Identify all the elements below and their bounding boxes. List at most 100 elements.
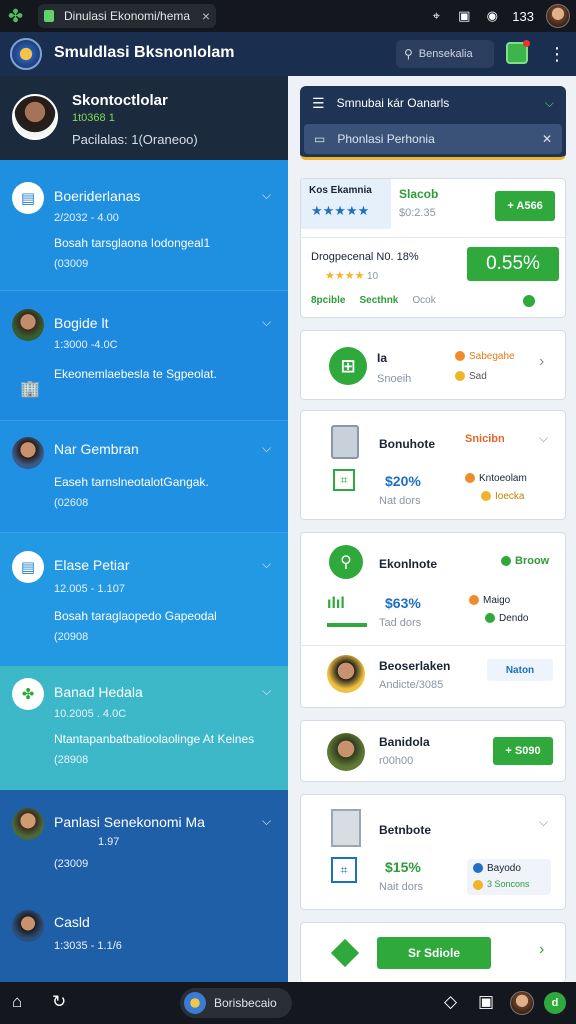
user-avatar[interactable] [510,991,534,1015]
chevron-down-icon[interactable]: ⌵ [262,684,271,699]
product-card[interactable]: Banidola r00h00 + S090 [300,720,566,782]
row-count: 10 [367,271,379,282]
item-description: Bosah tarsglaona Iodongeal1 [54,236,211,250]
feature-row: 8pcible Secthnk Ocok [311,295,436,306]
item-title: Banad Hedala [54,684,143,700]
grid-icon: ⊞ [329,347,367,385]
chevron-down-icon[interactable]: ⌵ [262,315,271,330]
note-subtitle: Andicte/3085 [379,679,444,691]
add-button[interactable]: + S090 [493,737,553,765]
profile-header[interactable]: Skontoctlolar 1t0368 1 Pacilalas: 1(Oran… [0,76,288,160]
card-title: Betnbote [379,823,431,837]
more-menu-icon[interactable]: ⋮ [548,44,566,65]
item-title: Boeriderlanas [54,188,141,204]
card-subtitle: Nat dors [379,495,421,507]
list-item[interactable]: Bogide lt 1:3000 -4.0C 🏢 Ekeonemlaebesla… [0,290,288,420]
card-tag: Snicibn [465,433,505,445]
close-icon[interactable]: ✕ [542,132,552,146]
chevron-right-icon[interactable]: › [539,941,544,959]
feature-3: Ocok [412,295,436,306]
product-card[interactable]: ⌗ Bonuhote Snicibn ⌵ $20% Nat dors Kntoe… [300,410,566,520]
person-avatar [12,309,44,341]
card-title: Ekonlnote [379,557,438,571]
card-title: Ia [377,351,388,365]
person-avatar [327,655,365,693]
card-subtitle: r00h00 [379,755,414,767]
product-card[interactable]: Sr Sdiole › [300,922,566,982]
product-card[interactable]: ⌗ Betnbote ⌵ $15% Nait dors Bayodo 3 Son… [300,794,566,910]
item-description: Bosah taraglaopedo Gapeodal [54,609,217,623]
list-item[interactable]: ▤ Elase Petiar 12.005 - 1.107 Bosah tara… [0,532,288,666]
refresh-icon[interactable]: ↻ [52,992,66,1012]
clover-icon: ✤ [8,6,24,26]
tabs-icon[interactable]: ▣ [478,992,494,1012]
tag-2: Ioecka [481,491,524,502]
item-subtitle: 1.97 [98,836,120,848]
app-title: Smuldlasi Bksnonlolam [54,44,235,61]
card-price: $15% [385,859,421,875]
person-avatar [12,437,44,469]
chevron-down-icon[interactable]: ⌵ [545,96,554,111]
chevron-down-icon[interactable]: ⌵ [262,188,271,203]
tab-favicon-icon [44,10,54,22]
add-button[interactable]: + A566 [495,191,555,221]
product-card[interactable]: ⊞ Ia Snoeih Sabegahe Sad › [300,330,566,400]
hamburger-icon[interactable]: ☰ [312,95,325,112]
product-card[interactable]: Kos Ekamnia ★★★★★ Slacob $0:2.35 + A566 … [300,178,566,318]
list-item[interactable]: Nar Gembran Easeh tarnslneotalotGangak. … [0,420,288,532]
account-pill[interactable]: Borisbecaio [180,988,292,1018]
row-stars: ★★★★ [325,270,365,282]
record-icon[interactable]: ◉ [484,8,500,24]
list-item[interactable]: Panlasi Senekonomi Ma 1.97 (23009 ⌵ Casl… [0,790,288,982]
chart-icon: ılıl [327,595,367,627]
list-item[interactable]: ✤ Banad Hedala 10.2005 . 4.0C Ntantapanb… [0,666,288,790]
search-input[interactable]: ⚲ Bensekalia [396,40,494,68]
browser-tab[interactable]: Dinulasi Ekonomi/hema × [38,4,216,28]
item-subtitle: 1:3035 - 1.1/6 [54,940,122,952]
divider [301,645,565,646]
tab-close-icon[interactable]: × [202,8,210,24]
card-subtitle: Tad dors [379,617,422,629]
tag-2: Sad [455,371,487,382]
chevron-down-icon[interactable]: ⌵ [262,441,271,456]
nav-row-label: Smnubai kár Oanarls [336,96,450,110]
item-subtitle: 12.005 - 1.107 [54,583,125,595]
chevron-down-icon[interactable]: ⌵ [262,814,271,829]
tag-1: Kntoeolam [465,473,527,484]
tabs-icon[interactable]: ▣ [456,8,472,24]
badge-label: Kos Ekamnia [309,185,372,196]
chevron-down-icon[interactable]: ⌵ [262,557,271,572]
nav-submenu-row[interactable]: ▭ Phonlasi Perhonia ✕ [304,124,562,154]
chevron-down-icon[interactable]: ⌵ [539,815,548,830]
document-icon: ▤ [12,182,44,214]
item-title: Nar Gembran [54,441,139,457]
list-item[interactable]: ▤ Boeriderlanas 2/2032 - 4.00 Bosah tars… [0,160,288,290]
share-icon[interactable]: ◇ [444,992,457,1012]
star-rating: ★★★★★ [311,203,370,218]
browser-status-bar: ✤ Dinulasi Ekonomi/hema × ⌖ ▣ ◉ 133 [0,0,576,32]
item-description: Ntantapanbatbatioolaolinge At Keines [54,732,255,746]
app-header: Smuldlasi Bksnonlolam ⚲ Bensekalia ⋮ [0,32,576,76]
item-subtitle: 10.2005 . 4.0C [54,708,127,720]
tag-2: 3 Soncons [473,879,530,890]
user-avatar[interactable] [546,4,570,28]
feature-2: Secthnk [359,295,399,306]
nav-menu-row[interactable]: ☰ Smnubai kár Oanarls ⌵ [300,86,566,120]
action-button[interactable]: Sr Sdiole [377,937,491,969]
cart-button[interactable] [506,40,530,64]
nav-row-label: Phonlasi Perhonia [337,132,435,146]
account-avatar [184,992,206,1014]
chevron-right-icon[interactable]: › [539,353,544,371]
profile-badge-icon[interactable]: d [544,992,566,1014]
rating-badge: Kos Ekamnia ★★★★★ [301,179,391,229]
tag-badge[interactable]: Naton [487,659,553,681]
tag-1: Maigo [469,595,510,606]
product-card[interactable]: ⚲ ılıl Ekonlnote Broow $63% Tad dors Mai… [300,532,566,708]
tab-title: Dinulasi Ekonomi/hema [64,9,191,23]
home-icon[interactable]: ⌂ [12,992,22,1012]
chevron-down-icon[interactable]: ⌵ [539,431,548,446]
scan-icon[interactable]: ⌖ [428,8,444,24]
product-name: Slacob [399,187,439,201]
left-panel: Skontoctlolar 1t0368 1 Pacilalas: 1(Oran… [0,76,288,982]
card-subtitle: Nait dors [379,881,424,893]
